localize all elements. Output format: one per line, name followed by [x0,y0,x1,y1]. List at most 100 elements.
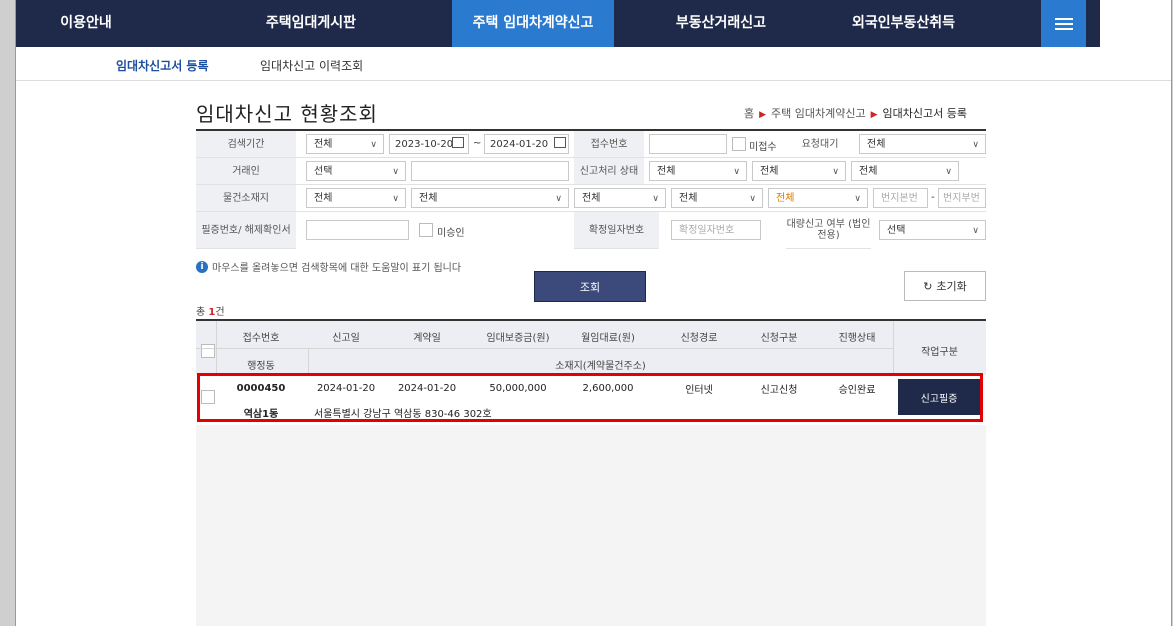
browser-page: 이용안내 주택임대게시판 주택 임대차계약신고 부동산거래신고 외국인부동산취득… [15,0,1172,626]
calendar-icon[interactable] [452,137,464,148]
header-receipt-no[interactable]: 접수번호 [231,329,291,344]
period-label: 검색기간 [196,131,296,158]
bunji-main-input[interactable]: 번지본번 [873,188,928,208]
header-contract-date[interactable]: 계약일 [392,329,462,344]
chevron-down-icon: ∨ [392,194,399,204]
request-wait-label: 요청대기 [786,131,854,158]
cell-address: 서울특별시 강남구 역삼동 830-46 302호 [314,409,492,420]
page-title: 임대차신고 현황조회 [196,102,378,126]
header-deposit[interactable]: 임대보증금(원) [473,329,563,344]
search-button[interactable]: 조회 [534,271,646,302]
nav-item-lease-report[interactable]: 주택 임대차계약신고 [452,0,614,47]
breadcrumb-section[interactable]: 주택 임대차계약신고 [771,107,866,120]
chevron-right-icon: ▶ [759,110,767,120]
chevron-down-icon: ∨ [749,194,756,204]
refresh-icon: ↻ [923,279,933,293]
header-channel[interactable]: 신청경로 [664,329,734,344]
receipt-no-input[interactable] [649,134,727,154]
header-dong[interactable]: 행정동 [231,357,291,372]
header-report-date[interactable]: 신고일 [311,329,381,344]
subnav-register[interactable]: 임대차신고서 등록 [116,57,209,74]
bulk-label: 대량신고 여부 (법인전용) [786,212,871,249]
chevron-down-icon: ∨ [370,140,377,150]
fixed-date-input[interactable]: 확정일자번호 [671,220,761,240]
party-label: 거래인 [196,158,296,185]
results-table: 접수번호 신고일 계약일 임대보증금(원) 월임대료(원) 신청경로 신청구분 … [196,319,986,626]
nav-item-foreigner[interactable]: 외국인부동산취득 [826,0,981,47]
cert-input[interactable] [306,220,409,240]
row-checkbox[interactable] [201,390,215,404]
cell-dong: 역삼1동 [243,409,279,420]
calendar-icon[interactable] [554,137,566,148]
fixed-date-label: 확정일자번호 [574,212,659,249]
party-select[interactable]: 선택 ∨ [306,161,406,181]
certificate-button[interactable]: 신고필증 [898,379,980,415]
cell-status: 승인완료 [838,385,876,396]
cell-type: 신고신청 [760,385,798,396]
nav-item-realestate-report[interactable]: 부동산거래신고 [656,0,786,47]
header-monthly-rent[interactable]: 월임대료(원) [568,329,648,344]
location-label: 물건소재지 [196,185,296,212]
ri-select[interactable]: 전체 ∨ [671,188,763,208]
status-select-1[interactable]: 전체 ∨ [649,161,747,181]
header-address[interactable]: 소재지(계약물건주소) [308,357,893,372]
cell-receipt-no[interactable]: 0000450 [231,383,291,394]
help-info: i 마우스를 올려놓으면 검색항목에 대한 도움말이 표기 됩니다 [196,259,461,274]
cell-channel: 인터넷 [685,385,713,396]
chevron-down-icon: ∨ [945,167,952,177]
cell-deposit: 50,000,000 [489,383,547,394]
bulk-select[interactable]: 선택 ∨ [879,220,986,240]
subnav-history[interactable]: 임대차신고 이력조회 [260,57,363,74]
top-navigation: 이용안내 주택임대게시판 주택 임대차계약신고 부동산거래신고 외국인부동산취득 [16,0,1100,47]
chevron-down-icon: ∨ [832,167,839,177]
breadcrumb-current: 임대차신고서 등록 [882,107,968,120]
main-content: 임대차신고 현황조회 홈 ▶ 주택 임대차계약신고 ▶ 임대차신고서 등록 검색기간 전… [16,81,1171,626]
breadcrumb-home[interactable]: 홈 [744,107,754,120]
chevron-down-icon: ∨ [733,167,740,177]
period-select[interactable]: 전체 ∨ [306,134,384,154]
chevron-down-icon: ∨ [972,140,979,150]
chevron-down-icon: ∨ [392,167,399,177]
total-count: 총 1건 [196,307,225,318]
sub-navigation: 임대차신고서 등록 임대차신고 이력조회 [16,47,1171,81]
chevron-down-icon: ∨ [652,194,659,204]
request-wait-select[interactable]: 전체 ∨ [859,134,986,154]
dong-select[interactable]: 전체 ∨ [574,188,666,208]
status-select-3[interactable]: 전체 ∨ [851,161,959,181]
header-status[interactable]: 진행상태 [822,329,892,344]
table-row[interactable]: 0000450 2024-01-20 2024-01-20 50,000,000… [196,375,986,425]
table-header: 접수번호 신고일 계약일 임대보증금(원) 월임대료(원) 신청경로 신청구분 … [196,319,986,377]
search-form: 검색기간 전체 ∨ 2023-10-20 ~ 2024-01-20 접수번호 미접… [196,131,986,249]
location-type-select[interactable]: 전체 ∨ [768,188,868,208]
cell-contract-date: 2024-01-20 [397,383,457,394]
menu-button[interactable] [1041,0,1086,47]
sido-select[interactable]: 전체 ∨ [306,188,406,208]
cell-monthly-rent: 2,600,000 [582,383,634,394]
nav-item-board[interactable]: 주택임대게시판 [241,0,381,47]
hamburger-icon [1054,15,1073,33]
status-select-2[interactable]: 전체 ∨ [752,161,846,181]
unapproved-checkbox[interactable] [419,223,433,237]
help-text: 마우스를 올려놓으면 검색항목에 대한 도움말이 표기 됩니다 [212,263,462,274]
status-label: 신고처리 상태 [574,158,644,185]
header-action: 작업구분 [921,347,958,358]
date-separator: ~ [473,138,482,149]
reset-button[interactable]: ↻ 초기화 [904,271,986,301]
info-icon: i [196,260,208,273]
cell-report-date: 2024-01-20 [316,383,376,394]
receipt-no-label: 접수번호 [574,131,644,158]
bunji-sub-input[interactable]: 번지부번 [938,188,986,208]
party-input[interactable] [411,161,569,181]
sigungu-select[interactable]: 전체 ∨ [411,188,569,208]
breadcrumb: 홈 ▶ 주택 임대차계약신고 ▶ 임대차신고서 등록 [744,105,967,121]
header-type[interactable]: 신청구분 [744,329,814,344]
nav-item-guide[interactable]: 이용안내 [16,0,156,47]
chevron-down-icon: ∨ [854,194,861,204]
chevron-down-icon: ∨ [972,226,979,236]
chevron-right-icon: ▶ [870,110,878,120]
unreceived-checkbox[interactable] [732,137,746,151]
cert-label: 필증번호/ 해제확인서 [196,212,296,249]
unreceived-label: 미접수 [749,142,777,153]
select-all-checkbox[interactable] [201,344,215,358]
unapproved-label: 미승인 [437,228,465,239]
